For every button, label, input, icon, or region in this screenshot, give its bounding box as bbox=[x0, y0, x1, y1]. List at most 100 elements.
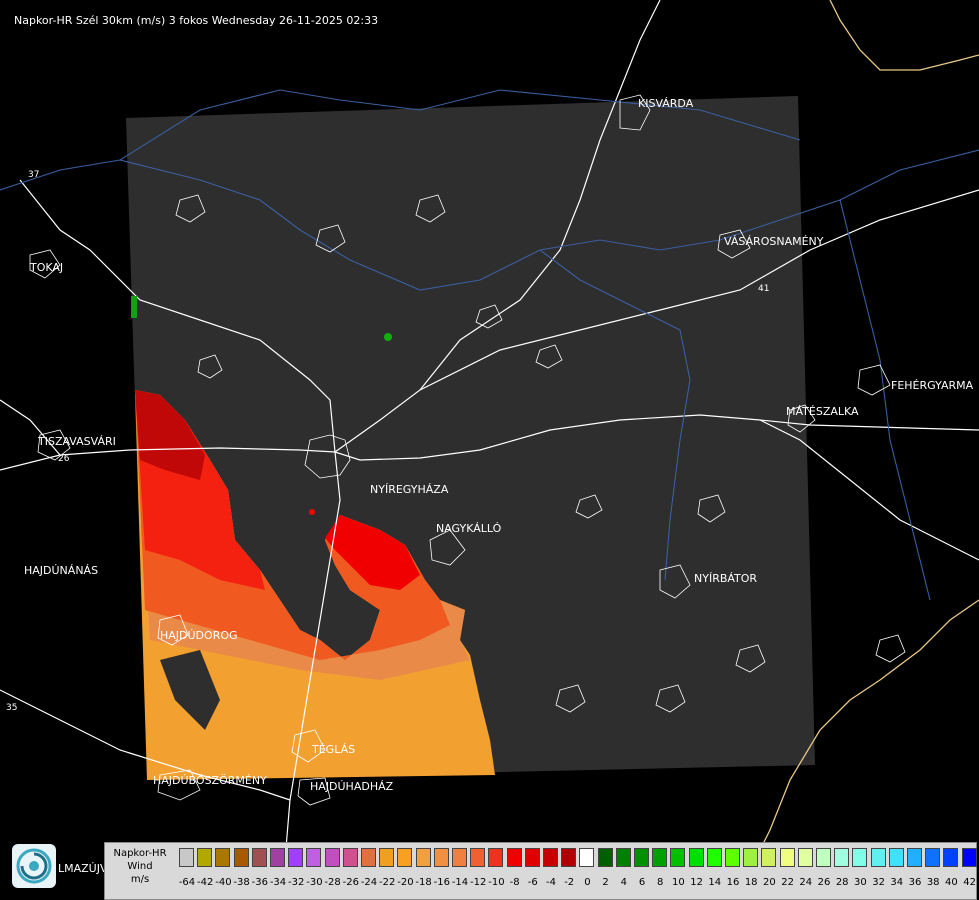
legend-swatch bbox=[761, 848, 777, 867]
legend-swatch bbox=[415, 848, 431, 867]
legend-tick-label: -26 bbox=[342, 877, 359, 888]
legend-tick-label: 8 bbox=[657, 877, 664, 888]
legend-swatch bbox=[797, 848, 813, 867]
legend-swatch bbox=[215, 848, 231, 867]
legend-line-3: m/s bbox=[130, 874, 150, 885]
legend-tick-label: -6 bbox=[527, 877, 538, 888]
legend-tick-label: -8 bbox=[509, 877, 520, 888]
legend-tick-label: -28 bbox=[324, 877, 341, 888]
legend-swatch bbox=[361, 848, 376, 867]
city-label-vasarosnameny: VÁSÁROSNAMÉNY bbox=[724, 235, 824, 248]
legend-line-2: Wind bbox=[127, 861, 153, 872]
legend-swatch bbox=[506, 848, 522, 867]
legend-tick-label: 14 bbox=[708, 877, 722, 888]
legend-tick-label: 42 bbox=[963, 877, 976, 888]
legend-swatch bbox=[433, 848, 449, 867]
legend-tick-label: -14 bbox=[451, 877, 469, 888]
legend-tick-label: 4 bbox=[620, 877, 627, 888]
red-echo bbox=[309, 509, 315, 515]
city-label-hajduboszormeny: HAJDÚBÖSZÖRMÉNY bbox=[153, 774, 267, 787]
legend-tick-label: 6 bbox=[638, 877, 646, 888]
legend-tick-label: 16 bbox=[726, 877, 740, 888]
legend-swatch bbox=[834, 848, 850, 867]
legend-tick-label: 32 bbox=[872, 877, 885, 888]
legend-title: Napkor-HR Wind m/s bbox=[105, 847, 175, 886]
legend-swatch bbox=[452, 848, 467, 867]
map-title: Napkor-HR Szél 30km (m/s) 3 fokos Wednes… bbox=[14, 14, 379, 27]
legend-swatch bbox=[943, 848, 959, 867]
city-label-mateszalka: MÁTÉSZALKA bbox=[786, 405, 859, 418]
city-label-tokaj: TOKAJ bbox=[30, 261, 64, 274]
legend-swatch bbox=[597, 848, 613, 867]
legend-line-1: Napkor-HR bbox=[113, 848, 167, 859]
legend-swatch bbox=[870, 848, 886, 867]
legend-tick-label: -64 bbox=[178, 877, 196, 888]
legend-swatch bbox=[852, 848, 868, 867]
city-label-nyiregyhaza: NYÍREGYHÁZA bbox=[370, 483, 449, 496]
road-label: 41 bbox=[758, 284, 770, 294]
legend-tick-label: -4 bbox=[546, 877, 556, 888]
city-label-fehergyarmat: FEHÉRGYARMA bbox=[891, 379, 974, 392]
city-label-hajduhadhaz: HAJDÚHADHÁZ bbox=[310, 780, 394, 793]
legend-tick-label: 10 bbox=[672, 877, 685, 888]
legend-tick-label: 34 bbox=[890, 877, 904, 888]
legend-swatch bbox=[488, 848, 504, 867]
legend-tick-label: 28 bbox=[835, 877, 849, 888]
road-label: 35 bbox=[6, 703, 18, 713]
legend-tick-label: 20 bbox=[763, 877, 776, 888]
city-label-teglas: TÉGLÁS bbox=[312, 743, 356, 756]
legend-swatch bbox=[270, 848, 285, 867]
legend-tick-label: 36 bbox=[908, 877, 922, 888]
city-label-hajdunanas: HAJDÚNÁNÁS bbox=[24, 564, 99, 577]
legend-tick-label: -30 bbox=[306, 877, 323, 888]
legend-swatch bbox=[288, 848, 304, 867]
legend-tick-label: -38 bbox=[233, 877, 250, 888]
legend-tick-label: -10 bbox=[488, 877, 505, 888]
legend-tick-label: -12 bbox=[470, 877, 487, 888]
legend-tick-label: -42 bbox=[197, 877, 214, 888]
legend-tick-label: 0 bbox=[584, 877, 591, 888]
legend-swatch bbox=[197, 848, 213, 867]
legend-tick-label: 40 bbox=[945, 877, 958, 888]
legend-tick-label: 12 bbox=[690, 877, 703, 888]
legend-swatch bbox=[888, 848, 904, 867]
legend-tick-label: -18 bbox=[415, 877, 432, 888]
legend-tick-label: 30 bbox=[854, 877, 867, 888]
legend-swatch bbox=[306, 848, 322, 867]
country-border bbox=[829, 0, 979, 71]
legend-swatch bbox=[925, 848, 941, 867]
legend-swatch bbox=[179, 848, 194, 867]
legend-tick-label: -2 bbox=[564, 877, 575, 888]
road-label: 37 bbox=[28, 170, 40, 180]
legend-tick-label: 24 bbox=[799, 877, 813, 888]
legend-tick-label: -24 bbox=[360, 877, 378, 888]
legend-tick-label: -40 bbox=[215, 877, 232, 888]
legend-tick-label: -34 bbox=[269, 877, 287, 888]
legend-tick-label: -22 bbox=[379, 877, 396, 888]
city-label-nyirbator: NYÍRBÁTOR bbox=[694, 572, 758, 585]
legend-swatch bbox=[543, 848, 558, 867]
legend-tick-label: -36 bbox=[251, 877, 268, 888]
map-canvas bbox=[0, 0, 979, 900]
legend-swatch bbox=[816, 848, 831, 867]
legend-tick-label: -20 bbox=[397, 877, 414, 888]
legend-tick-label: 38 bbox=[926, 877, 940, 888]
legend-tick-label: 26 bbox=[817, 877, 831, 888]
wind-legend: Napkor-HR Wind m/s -64 -42 -40 -38 -36 -34 -32… bbox=[104, 842, 977, 900]
legend-swatch bbox=[961, 848, 977, 867]
legend-swatch bbox=[688, 848, 704, 867]
green-echo bbox=[131, 296, 137, 318]
city-label-kisvarda: KISVÁRDA bbox=[638, 97, 694, 110]
city-label-nagykallo: NAGYKÁLLÓ bbox=[436, 522, 502, 535]
legend-swatch bbox=[779, 848, 795, 867]
road-label: 26 bbox=[58, 454, 70, 464]
legend-tick-label: 22 bbox=[781, 877, 794, 888]
legend-swatch bbox=[561, 848, 577, 867]
legend-swatch bbox=[634, 848, 649, 867]
legend-swatch bbox=[470, 848, 486, 867]
legend-swatch bbox=[907, 848, 922, 867]
legend-swatch bbox=[743, 848, 759, 867]
swirl-icon bbox=[16, 848, 52, 884]
legend-swatch bbox=[233, 848, 249, 867]
legend-tick-label: 2 bbox=[602, 877, 609, 888]
